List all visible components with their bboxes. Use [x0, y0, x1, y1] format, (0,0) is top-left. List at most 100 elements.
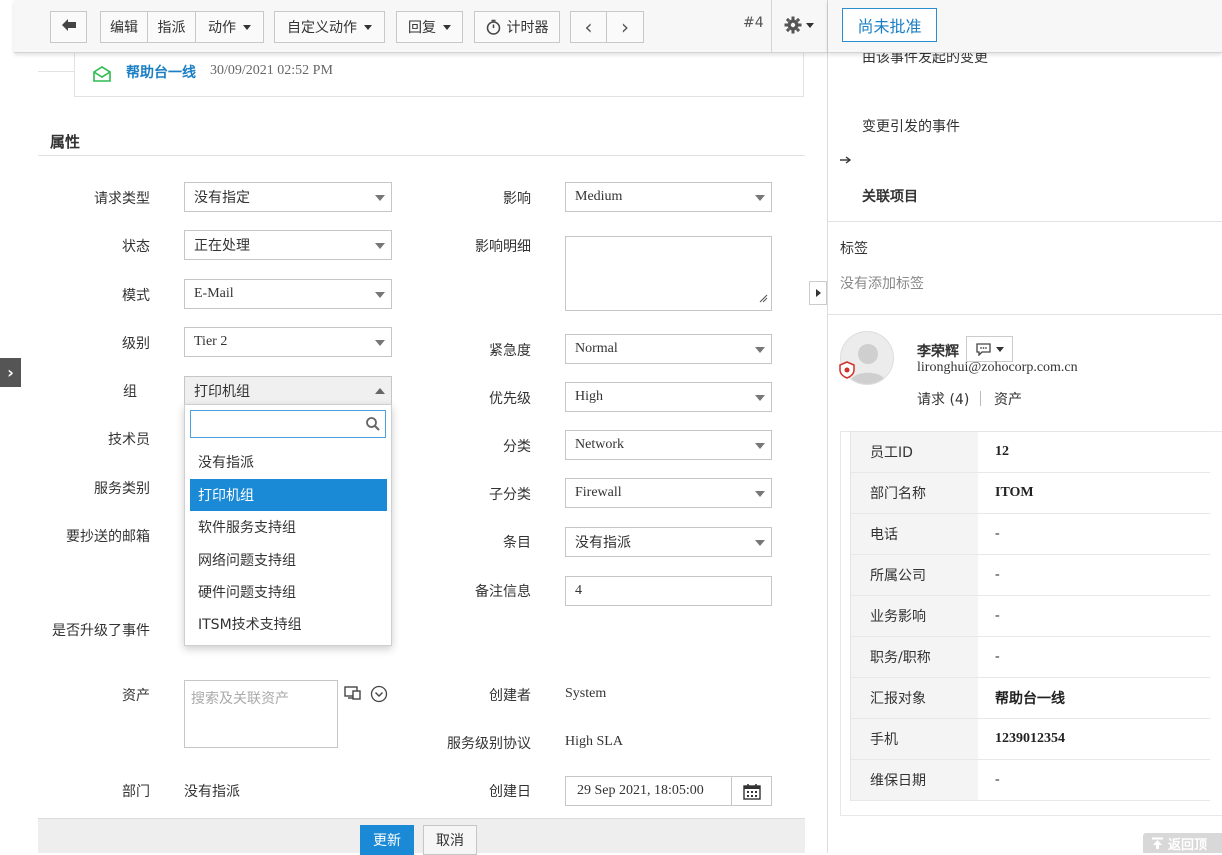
chevron-right-icon: ›: [621, 15, 629, 39]
impact-select[interactable]: Medium: [565, 182, 772, 212]
search-icon: [365, 416, 381, 436]
timer-button[interactable]: 计时器: [474, 11, 560, 43]
group-option[interactable]: ITSM技术支持组: [190, 608, 387, 640]
status-value: 正在处理: [194, 238, 250, 254]
requester-email: lironghui@zohocorp.com.cn: [917, 360, 1078, 375]
custom-actions-menu[interactable]: 自定义动作: [274, 11, 385, 43]
label-created-date: 创建日: [489, 784, 531, 800]
impact-details-textarea[interactable]: [565, 236, 772, 311]
note-time: 30/09/2021 02:52 PM: [210, 63, 333, 78]
category-select[interactable]: Network: [565, 430, 772, 460]
note-sender[interactable]: 帮助台一线: [126, 62, 196, 82]
assign-button[interactable]: 指派: [148, 11, 196, 43]
tags-title: 标签: [840, 241, 868, 257]
chat-menu-button[interactable]: [966, 336, 1013, 362]
status-select[interactable]: 正在处理: [184, 230, 392, 260]
label-category: 分类: [503, 439, 531, 455]
employee-info-table: 员工ID 12 部门名称 ITOM 电话 - 所属公司 - 业务影响 - 职务/职称 - 汇报对象 帮助台…: [850, 431, 1210, 801]
employee-info-row: 汇报对象 帮助台一线: [851, 678, 1210, 719]
requester-name: 李荣辉: [917, 344, 959, 360]
employee-info-row: 职务/职称 -: [851, 637, 1210, 678]
chevron-down-circle-icon[interactable]: [370, 685, 388, 707]
label-notes: 备注信息: [475, 584, 531, 600]
status-bar: 尚未批准: [828, 0, 1222, 53]
item-select[interactable]: 没有指派: [565, 527, 772, 557]
approval-status-button[interactable]: 尚未批准: [842, 8, 937, 42]
resize-handle-icon[interactable]: [759, 291, 768, 307]
dropdown-arrow-icon: [755, 195, 765, 201]
request-type-select[interactable]: 没有指定: [184, 182, 392, 212]
settings-menu[interactable]: [784, 16, 814, 34]
requests-link[interactable]: 请求 (4): [917, 389, 969, 409]
label-priority: 优先级: [489, 391, 531, 407]
update-button[interactable]: 更新: [360, 825, 414, 855]
employee-info-key: 员工ID: [851, 432, 978, 472]
monitor-link-icon[interactable]: [344, 685, 362, 705]
caret-down-icon: [443, 24, 451, 30]
collapse-panel-toggle[interactable]: [809, 281, 827, 305]
employee-info-value: 1239012354: [995, 731, 1065, 746]
group-select[interactable]: 打印机组: [184, 376, 392, 406]
group-option[interactable]: 网络问题支持组: [190, 544, 387, 576]
caret-right-icon: [815, 289, 821, 297]
employee-info-row: 手机 1239012354: [851, 719, 1210, 760]
mode-select[interactable]: E-Mail: [184, 279, 392, 309]
dropdown-arrow-icon: [375, 340, 385, 346]
group-option[interactable]: 硬件问题支持组: [190, 576, 387, 608]
employee-info-key: 部门名称: [851, 473, 978, 513]
arrow-right-icon: [840, 152, 852, 168]
arrow-up-icon: [1151, 837, 1164, 850]
actions-menu[interactable]: 动作: [196, 11, 264, 43]
employee-info-key: 手机: [851, 719, 978, 759]
label-item: 条目: [503, 535, 531, 551]
priority-select[interactable]: High: [565, 382, 772, 412]
request-details-pane: › 帮助台一线 30/09/2021 02:52 PM 属性 请求类型 状态 模…: [0, 0, 827, 855]
group-option[interactable]: 没有指派: [190, 446, 387, 478]
assets-link[interactable]: 资产: [994, 389, 1022, 409]
employee-info-value: -: [995, 567, 1000, 582]
pane-divider: [827, 0, 828, 853]
employee-info-row: 所属公司 -: [851, 555, 1210, 596]
employee-info-row: 员工ID 12: [851, 432, 1210, 473]
next-request-button[interactable]: ›: [607, 11, 644, 43]
label-status: 状态: [122, 239, 150, 255]
edit-button[interactable]: 编辑: [100, 11, 148, 43]
caret-down-icon: [806, 22, 814, 28]
timer-label: 计时器: [506, 20, 549, 36]
notes-input[interactable]: 4: [565, 576, 772, 606]
label-service-category: 服务类别: [94, 481, 150, 497]
group-search-input[interactable]: [191, 411, 361, 437]
changes-caused-incidents-link[interactable]: 变更引发的事件: [862, 116, 960, 136]
actions-label: 动作: [208, 20, 236, 36]
calendar-icon[interactable]: [731, 777, 771, 805]
created-date-field[interactable]: 29 Sep 2021, 18:05:00: [565, 776, 772, 806]
dropdown-arrow-icon: [375, 243, 385, 249]
cancel-button[interactable]: 取消: [423, 825, 477, 855]
label-impact-details: 影响明细: [475, 239, 531, 255]
dropdown-arrow-icon: [755, 540, 765, 546]
related-items-title[interactable]: 关联项目: [862, 186, 918, 206]
reply-menu[interactable]: 回复: [396, 11, 463, 43]
group-option-selected[interactable]: 打印机组: [190, 479, 387, 511]
subcategory-select[interactable]: Firewall: [565, 478, 772, 508]
urgency-select[interactable]: Normal: [565, 334, 772, 364]
toolbar-divider: [771, 0, 772, 53]
back-to-top-button[interactable]: 返回顶: [1143, 833, 1222, 853]
group-option[interactable]: 软件服务支持组: [190, 511, 387, 543]
employee-info-row: 业务影响 -: [851, 596, 1210, 637]
back-button[interactable]: [50, 11, 87, 43]
label-cc-email: 要抄送的邮箱: [66, 529, 150, 545]
caret-down-icon: [364, 24, 372, 30]
form-action-bar: [38, 818, 805, 853]
side-panel-toggle[interactable]: ›: [0, 358, 21, 387]
employee-info-row: 部门名称 ITOM: [851, 473, 1210, 514]
asset-search-field[interactable]: 搜索及关联资产: [184, 680, 338, 748]
gear-icon: [784, 16, 802, 34]
label-group: 组: [123, 384, 137, 400]
employee-info-key: 职务/职称: [851, 637, 978, 677]
dropdown-arrow-icon: [755, 491, 765, 497]
caret-down-icon: [996, 346, 1004, 352]
level-select[interactable]: Tier 2: [184, 327, 392, 357]
previous-request-button[interactable]: ‹: [570, 11, 607, 43]
group-search-box[interactable]: [190, 410, 386, 438]
